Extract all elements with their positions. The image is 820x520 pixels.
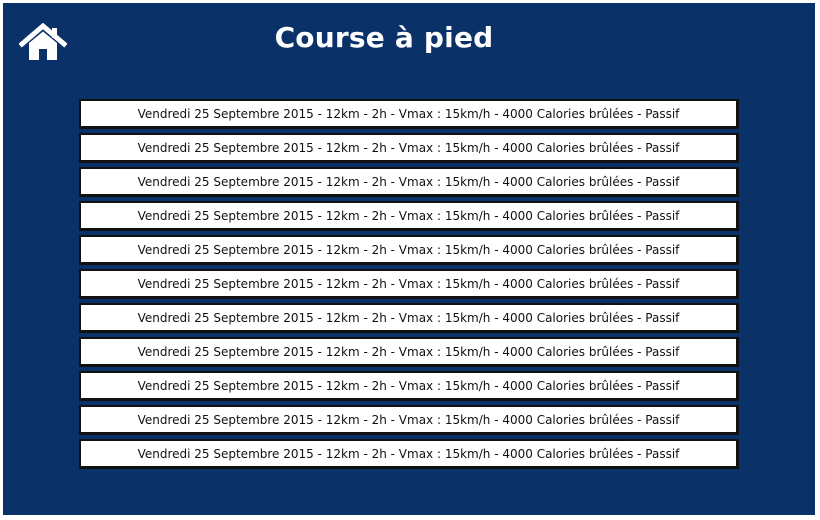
list-item-label: Vendredi 25 Septembre 2015 - 12km - 2h -… <box>137 174 680 189</box>
page-title: Course à pied <box>274 21 494 54</box>
app-screen: Course à pied Vendredi 25 Septembre 2015… <box>3 3 815 515</box>
list-item-label: Vendredi 25 Septembre 2015 - 12km - 2h -… <box>137 140 680 155</box>
list-item-label: Vendredi 25 Septembre 2015 - 12km - 2h -… <box>137 446 680 461</box>
list-item-label: Vendredi 25 Septembre 2015 - 12km - 2h -… <box>137 310 680 325</box>
session-list: Vendredi 25 Septembre 2015 - 12km - 2h -… <box>79 99 739 473</box>
list-item-label: Vendredi 25 Septembre 2015 - 12km - 2h -… <box>137 242 680 257</box>
list-item[interactable]: Vendredi 25 Septembre 2015 - 12km - 2h -… <box>79 371 739 401</box>
list-item-label: Vendredi 25 Septembre 2015 - 12km - 2h -… <box>137 106 680 121</box>
list-item[interactable]: Vendredi 25 Septembre 2015 - 12km - 2h -… <box>79 439 739 469</box>
list-item[interactable]: Vendredi 25 Septembre 2015 - 12km - 2h -… <box>79 133 739 163</box>
list-item[interactable]: Vendredi 25 Septembre 2015 - 12km - 2h -… <box>79 235 739 265</box>
list-item[interactable]: Vendredi 25 Septembre 2015 - 12km - 2h -… <box>79 201 739 231</box>
list-item-label: Vendredi 25 Septembre 2015 - 12km - 2h -… <box>137 378 680 393</box>
list-item[interactable]: Vendredi 25 Septembre 2015 - 12km - 2h -… <box>79 337 739 367</box>
list-item-label: Vendredi 25 Septembre 2015 - 12km - 2h -… <box>137 208 680 223</box>
list-item-label: Vendredi 25 Septembre 2015 - 12km - 2h -… <box>137 344 680 359</box>
list-item-label: Vendredi 25 Septembre 2015 - 12km - 2h -… <box>137 412 680 427</box>
list-item[interactable]: Vendredi 25 Septembre 2015 - 12km - 2h -… <box>79 269 739 299</box>
list-item[interactable]: Vendredi 25 Septembre 2015 - 12km - 2h -… <box>79 303 739 333</box>
list-item-label: Vendredi 25 Septembre 2015 - 12km - 2h -… <box>137 276 680 291</box>
list-item[interactable]: Vendredi 25 Septembre 2015 - 12km - 2h -… <box>79 167 739 197</box>
list-item[interactable]: Vendredi 25 Septembre 2015 - 12km - 2h -… <box>79 99 739 129</box>
list-item[interactable]: Vendredi 25 Septembre 2015 - 12km - 2h -… <box>79 405 739 435</box>
